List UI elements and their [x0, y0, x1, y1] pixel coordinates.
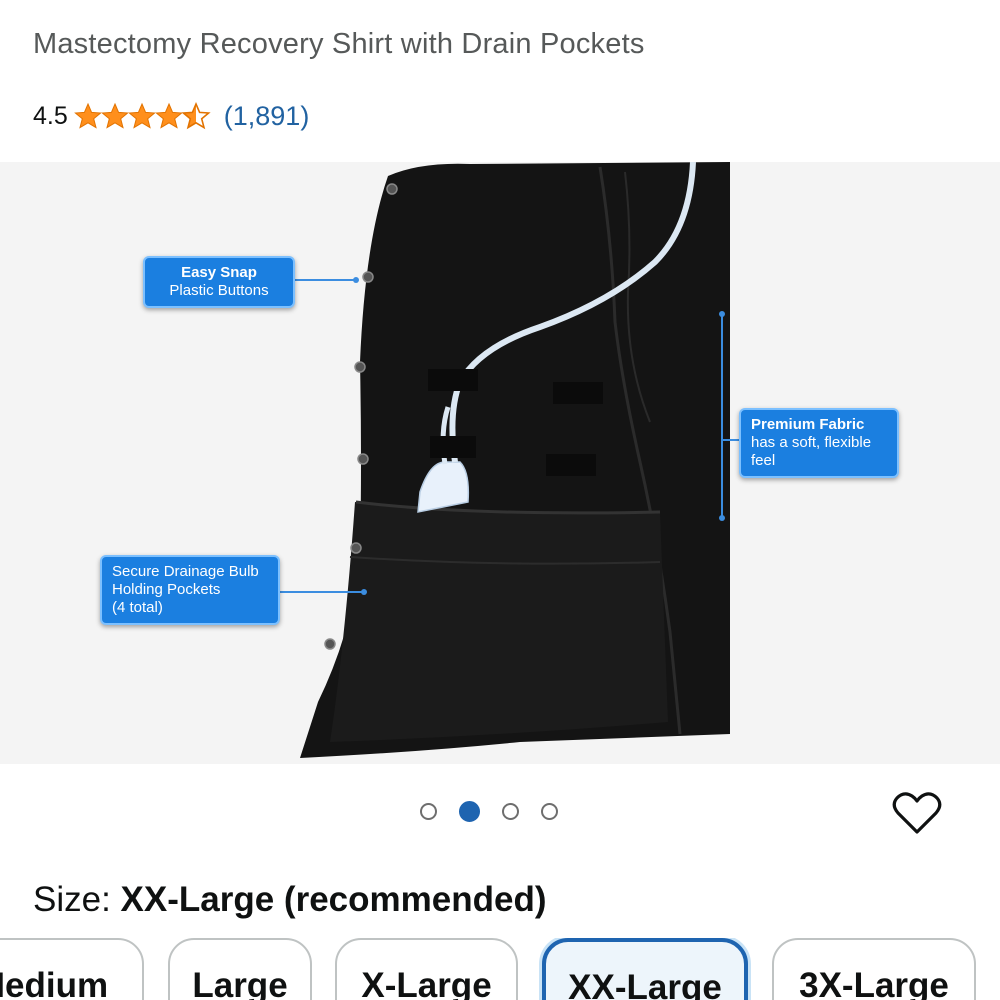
- size-option-x-large[interactable]: X-Large: [335, 938, 518, 1000]
- callout-text: Holding Pockets: [112, 581, 221, 598]
- star-rating[interactable]: [74, 101, 214, 131]
- carousel-pagination: [420, 801, 558, 822]
- size-option-large[interactable]: Large: [168, 938, 312, 1000]
- product-image-carousel[interactable]: Easy Snap Plastic Buttons Premium Fabric…: [0, 162, 1000, 764]
- rating-value: 4.5: [33, 101, 68, 130]
- size-options: Medium Large X-Large XX-Large 3X-Large: [0, 938, 1000, 1000]
- callout-text: Secure Drainage Bulb: [112, 563, 259, 580]
- callout-text: Plastic Buttons: [169, 282, 269, 299]
- callout-text: has a soft, flexible: [751, 434, 872, 451]
- size-option-3x-large[interactable]: 3X-Large: [772, 938, 976, 1000]
- size-option-xx-large[interactable]: XX-Large: [542, 938, 748, 1000]
- selected-size: XX-Large (recommended): [120, 880, 547, 919]
- callout-title: Premium Fabric: [751, 416, 865, 433]
- size-option-medium[interactable]: Medium: [0, 938, 144, 1000]
- rating-row[interactable]: 4.5 (1,891): [33, 98, 309, 134]
- callout-text: feel: [751, 452, 776, 469]
- product-title: Mastectomy Recovery Shirt with Drain Poc…: [33, 28, 645, 60]
- callout-drainage-pockets: Secure Drainage Bulb Holding Pockets (4 …: [100, 555, 280, 625]
- size-label: Size:: [33, 880, 121, 919]
- callout-title: Easy Snap: [181, 264, 257, 281]
- review-count-link[interactable]: (1,891): [224, 101, 310, 132]
- star-icon: [128, 103, 155, 129]
- callout-premium-fabric: Premium Fabric has a soft, flexible feel: [739, 408, 899, 478]
- star-icon: [155, 103, 182, 129]
- star-half-icon: [182, 103, 210, 129]
- carousel-dot[interactable]: [420, 803, 437, 820]
- size-selection-label: Size: XX-Large (recommended): [33, 880, 546, 920]
- heart-outline-icon[interactable]: [892, 790, 942, 836]
- star-icon: [74, 103, 101, 129]
- star-icon: [101, 103, 128, 129]
- callout-text: (4 total): [112, 599, 163, 616]
- carousel-dot[interactable]: [502, 803, 519, 820]
- star-icons: [74, 103, 210, 129]
- carousel-dot[interactable]: [541, 803, 558, 820]
- carousel-dot-active[interactable]: [459, 801, 480, 822]
- callout-easy-snap: Easy Snap Plastic Buttons: [143, 256, 295, 308]
